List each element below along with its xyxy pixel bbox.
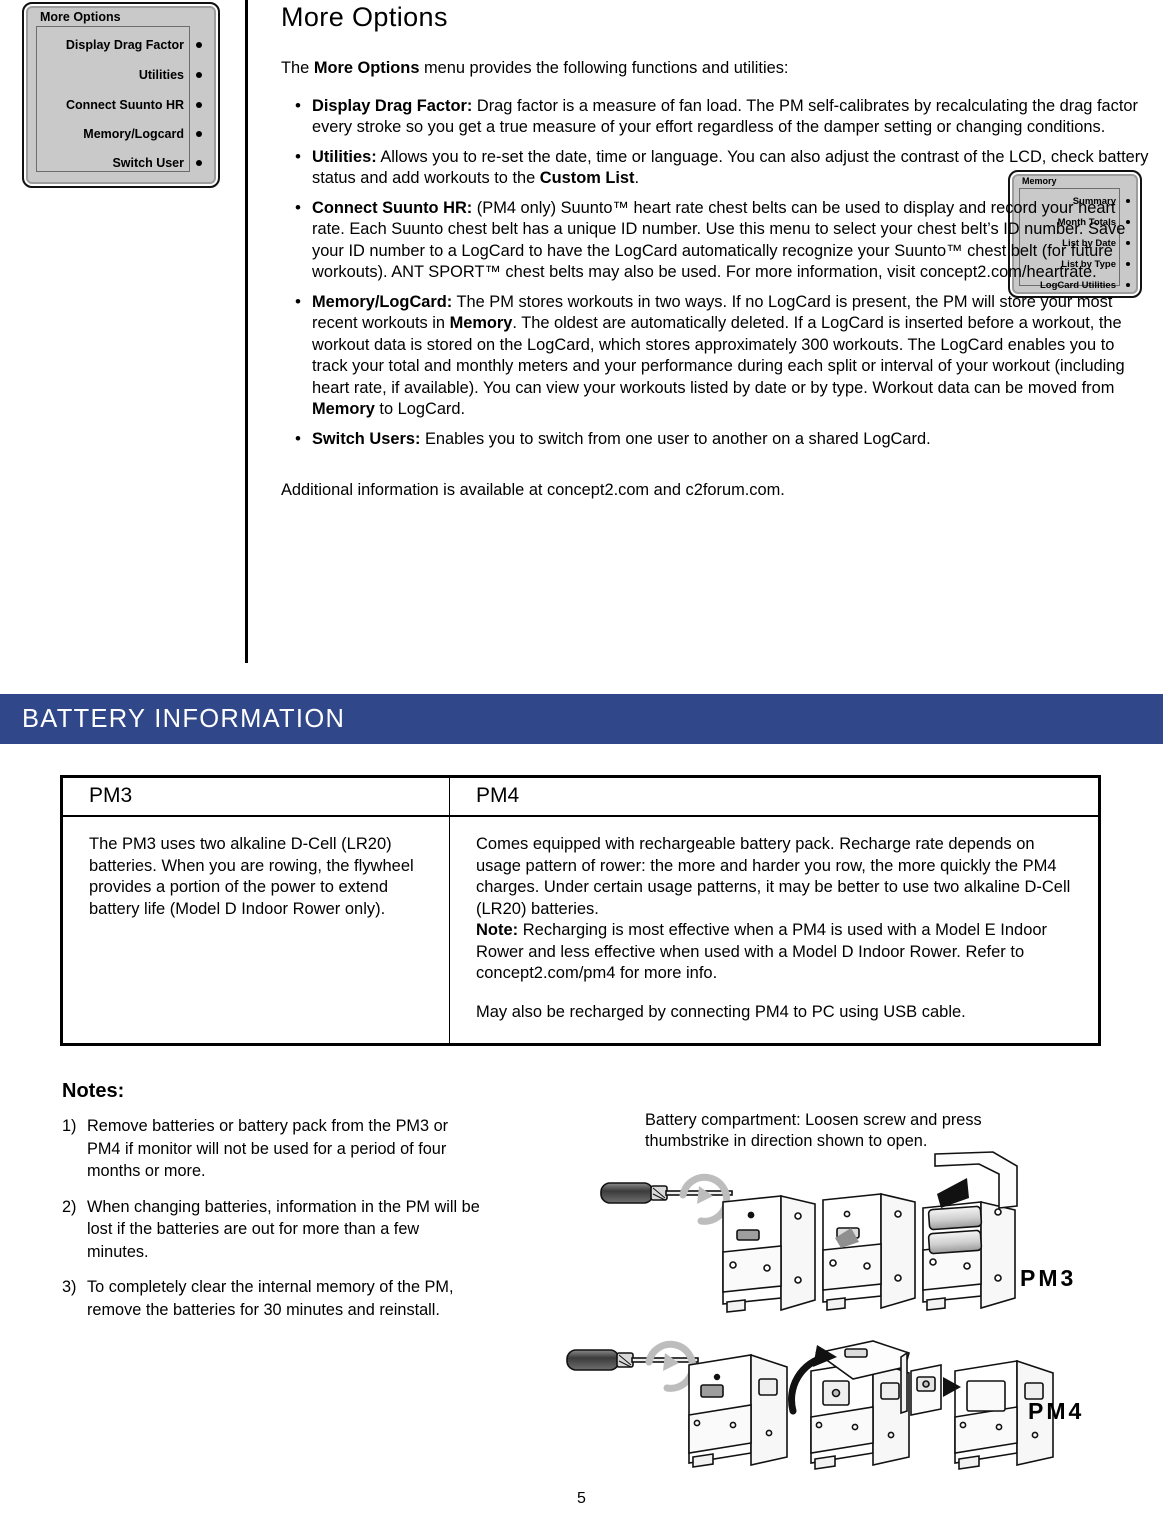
screwdriver-icon <box>566 1349 699 1371</box>
battery-information-banner: BATTERY INFORMATION <box>0 694 1163 744</box>
note-text: Remove batteries or battery pack from th… <box>87 1117 449 1180</box>
list-item-memory-logcard: Memory/LogCard: The PM stores workouts i… <box>281 291 1151 421</box>
note-item-1: 1) Remove batteries or battery pack from … <box>62 1115 482 1183</box>
pm4-usb-note: May also be recharged by connecting PM4 … <box>476 1002 966 1021</box>
list-item-body-bold: Custom List <box>539 169 635 188</box>
list-item-body: Enables you to switch from one user to a… <box>420 429 931 448</box>
bullet-dot-icon <box>196 102 202 108</box>
lcd-menu-item-display-drag-factor[interactable]: Display Drag Factor <box>66 36 184 54</box>
bullet-dot-icon <box>196 160 202 166</box>
pm4-figure-label: PM4 <box>1028 1398 1085 1424</box>
pm4-description: Comes equipped with rechargeable battery… <box>476 834 1076 985</box>
lcd-menu-item-switch-user[interactable]: Switch User <box>112 154 184 172</box>
note-item-2: 2) When changing batteries, information i… <box>62 1196 482 1264</box>
intro-after: menu provides the following functions an… <box>419 59 789 77</box>
screwdriver-icon <box>600 1182 733 1204</box>
article-column: More Options The More Options menu provi… <box>281 0 1151 518</box>
battery-comparison-table: PM3 PM4 The PM3 uses two alkaline D-Cell… <box>60 775 1101 1046</box>
table-header-pm3: PM3 <box>60 775 450 817</box>
list-item-term: Memory/LogCard: <box>312 292 453 311</box>
pm4-description-text: Comes equipped with rechargeable battery… <box>476 835 1071 918</box>
pm3-monitor-step1 <box>722 1194 816 1313</box>
list-item-switch-users: Switch Users: Enables you to switch from… <box>281 428 1151 451</box>
page-number: 5 <box>577 1490 586 1507</box>
note-text: To completely clear the internal memory … <box>87 1278 454 1319</box>
pm4-monitor-step1 <box>688 1353 788 1468</box>
lcd-menu-item-memory-logcard[interactable]: Memory/Logcard <box>83 125 184 143</box>
lcd-more-options-panel: More Options Display Drag Factor Utiliti… <box>22 2 220 188</box>
page-title: More Options <box>281 2 448 32</box>
table-cell-pm3-battery-info: The PM3 uses two alkaline D-Cell (LR20) … <box>60 815 450 1046</box>
column-divider <box>245 0 248 663</box>
lcd-menu-item-connect-suunto-hr[interactable]: Connect Suunto HR <box>66 96 184 114</box>
list-item-body-tail: . <box>634 169 640 188</box>
list-item-body-bold: Memory <box>449 314 513 333</box>
note-text: When changing batteries, information in … <box>87 1197 480 1261</box>
rotation-arrow-head <box>663 1353 679 1371</box>
list-item-term: Switch Users: <box>312 429 421 448</box>
list-item-term: Display Drag Factor: <box>312 96 473 115</box>
bullet-dot-icon <box>196 131 202 137</box>
intro-paragraph: The More Options menu provides the follo… <box>281 58 1151 80</box>
list-item-body: Allows you to re-set the date, time or l… <box>312 147 1149 188</box>
list-item-term: Connect Suunto HR: <box>312 198 473 217</box>
closing-paragraph: Additional information is available at c… <box>281 481 785 500</box>
notes-heading: Notes: <box>62 1080 125 1102</box>
lcd-menu-item-utilities[interactable]: Utilities <box>139 66 184 84</box>
pm3-monitor-step2 <box>822 1192 916 1311</box>
battery-pack <box>910 1364 942 1416</box>
list-item-body-bold-2: Memory <box>312 400 375 419</box>
note-number: 2) <box>62 1197 77 1216</box>
notes-list: 1) Remove batteries or battery pack from … <box>62 1115 482 1321</box>
pm4-battery-diagram <box>566 1340 1054 1470</box>
pm3-figure-label: PM3 <box>1020 1265 1077 1291</box>
table-header-pm4: PM4 <box>449 775 1101 817</box>
list-item-utilities: Utilities: Allows you to re-set the date… <box>281 146 1151 190</box>
pm4-note-body: Recharging is most effective when a PM4 … <box>476 921 1048 982</box>
pm4-note-label: Note: <box>476 921 519 939</box>
intro-before: The <box>281 59 314 77</box>
notes-block: Notes: 1) Remove batteries or battery pac… <box>62 1080 482 1334</box>
table-cell-pm4-battery-info: Comes equipped with rechargeable battery… <box>449 815 1101 1046</box>
note-item-3: 3) To completely clear the internal memor… <box>62 1276 482 1321</box>
intro-term: More Options <box>313 59 420 77</box>
options-list: Display Drag Factor: Drag factor is a me… <box>281 95 1151 451</box>
table-row: The PM3 uses two alkaline D-Cell (LR20) … <box>60 815 1101 1046</box>
battery-compartment-caption: Battery compartment: Loosen screw and pr… <box>645 1111 982 1150</box>
list-item-term: Utilities: <box>312 147 377 166</box>
lcd-more-options-title: More Options <box>40 10 121 24</box>
table-header-row: PM3 PM4 <box>60 775 1101 817</box>
list-item-display-drag-factor: Display Drag Factor: Drag factor is a me… <box>281 95 1151 139</box>
bullet-dot-icon <box>196 42 202 48</box>
note-number: 1) <box>62 1117 77 1135</box>
list-item-connect-suunto-hr: Connect Suunto HR: (PM4 only) Suunto™ he… <box>281 197 1151 284</box>
note-number: 3) <box>62 1278 77 1296</box>
pm3-description: The PM3 uses two alkaline D-Cell (LR20) … <box>89 835 414 918</box>
pm3-monitor-step3 <box>922 1151 1018 1311</box>
battery-information-title: BATTERY INFORMATION <box>22 704 346 733</box>
pm3-battery-diagram <box>600 1151 1018 1313</box>
rotation-arrow-head <box>697 1186 713 1204</box>
bullet-dot-icon <box>196 72 202 78</box>
list-item-body-tail-2: to LogCard. <box>374 400 466 419</box>
